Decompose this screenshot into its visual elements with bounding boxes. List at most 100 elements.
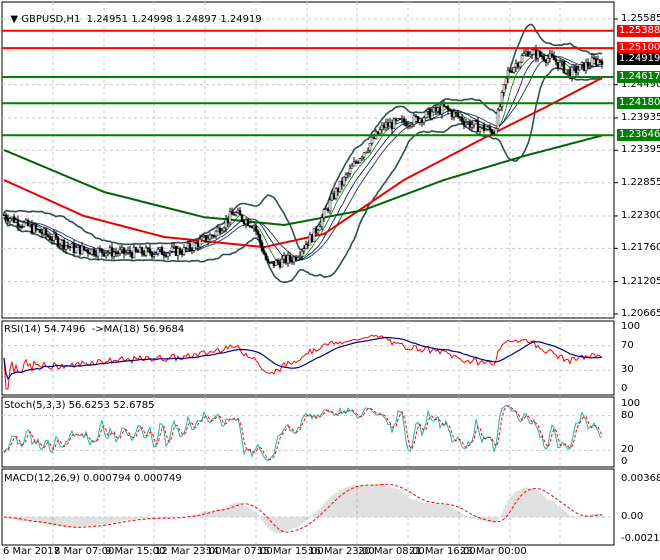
candle-body: [70, 243, 74, 248]
candle-body: [442, 103, 446, 107]
candle-body: [330, 193, 334, 201]
candle-body: [84, 249, 88, 252]
candle-body: [380, 125, 384, 130]
candle-body: [368, 143, 372, 151]
candle-body: [198, 238, 202, 248]
candle-body: [376, 131, 380, 134]
trading-chart-window: ▼ GBPUSD,H1 1.24951 1.24998 1.24897 1.24…: [0, 0, 660, 560]
candle-body: [172, 246, 176, 248]
candle-body: [418, 118, 422, 123]
candle-body: [302, 248, 306, 252]
level-tag: 1.24617: [617, 71, 660, 84]
candle-body: [292, 256, 296, 263]
candle-body: [200, 236, 204, 240]
candle-body: [150, 252, 154, 257]
candle-body: [22, 222, 26, 228]
rsi-title: RSI(14) 54.7496 ->MA(18) 56.9684: [4, 324, 185, 335]
candle-body: [462, 121, 466, 126]
candle-body: [32, 224, 36, 233]
candle-body: [360, 156, 364, 160]
candle-body: [272, 261, 276, 267]
candle-body: [342, 176, 346, 186]
candle-body: [238, 210, 242, 215]
candle-body: [184, 247, 188, 249]
price-axis-label: 1.22300: [621, 209, 660, 221]
candle-body: [218, 227, 222, 234]
candle-body: [128, 250, 132, 254]
candle-body: [278, 262, 282, 268]
candle-body: [354, 161, 358, 164]
stoch-axis-label: 0: [621, 456, 628, 467]
panel-frame-0: [1, 1, 615, 319]
stoch-axis-label: 100: [621, 398, 641, 409]
candle-body: [338, 180, 342, 192]
candle-body: [502, 84, 506, 93]
candle-body: [596, 59, 600, 65]
candle-body: [30, 224, 34, 233]
candle-body: [438, 107, 442, 115]
price-axis-label: 1.23395: [621, 144, 660, 156]
candle-body: [206, 238, 210, 242]
candle-body: [54, 233, 58, 238]
candle-body: [452, 111, 456, 118]
candle-body: [430, 111, 434, 119]
triangle-down-icon[interactable]: ▼: [10, 14, 21, 25]
candle-body: [318, 226, 322, 231]
candle-body: [16, 219, 20, 227]
candle-body: [220, 230, 224, 234]
price-axis-label: 1.21205: [621, 275, 660, 287]
candle-body: [388, 122, 392, 127]
candle-body: [400, 118, 404, 120]
candle-body: [192, 242, 196, 251]
candle-body: [328, 199, 332, 211]
candle-body: [440, 103, 444, 115]
candle-body: [248, 225, 252, 228]
candle-body: [46, 234, 50, 237]
stoch-axis-label: 80: [621, 409, 634, 421]
price-axis-label: 1.25585: [621, 13, 660, 24]
candle-body: [466, 121, 470, 124]
candle-body: [214, 230, 218, 237]
candle-body: [590, 57, 594, 67]
candle-body: [480, 124, 484, 128]
candle-body: [300, 250, 304, 257]
candle-body: [470, 124, 474, 128]
candle-body: [210, 234, 214, 237]
candle-body: [416, 116, 420, 123]
candle-body: [224, 219, 228, 229]
candle-body: [572, 66, 576, 69]
candle-body: [386, 122, 390, 127]
low-value: 1.24897: [175, 14, 218, 25]
candle-body: [496, 109, 500, 129]
candle-body: [154, 253, 158, 255]
current-price-tag: 1.24919: [617, 52, 660, 65]
candle-body: [188, 243, 192, 250]
candle-body: [88, 252, 92, 255]
candle-body: [90, 248, 94, 255]
candle-body: [122, 247, 126, 255]
candle-body: [348, 168, 352, 174]
candle-body: [276, 260, 280, 263]
candle-body: [402, 118, 406, 123]
candle-body: [312, 228, 316, 242]
chart-header: ▼ GBPUSD,H1 1.24951 1.24998 1.24897 1.24…: [4, 3, 262, 25]
candle-body: [64, 245, 68, 250]
candle-body: [176, 248, 180, 256]
candle-body: [404, 122, 408, 127]
candle-body: [306, 244, 310, 246]
candle-body: [520, 55, 524, 63]
candle-body: [396, 118, 400, 121]
candle-body: [406, 124, 410, 127]
candle-body: [232, 214, 236, 216]
candle-body: [20, 226, 24, 228]
candle-body: [170, 246, 174, 252]
candle-body: [38, 229, 42, 233]
candle-body: [110, 247, 114, 257]
close-value: 1.24919: [220, 14, 262, 25]
candle-body: [234, 212, 238, 216]
candle-body: [448, 109, 452, 112]
candle-body: [412, 115, 416, 125]
candle-body: [308, 234, 312, 246]
candle-body: [286, 254, 290, 264]
candle-body: [6, 218, 10, 222]
